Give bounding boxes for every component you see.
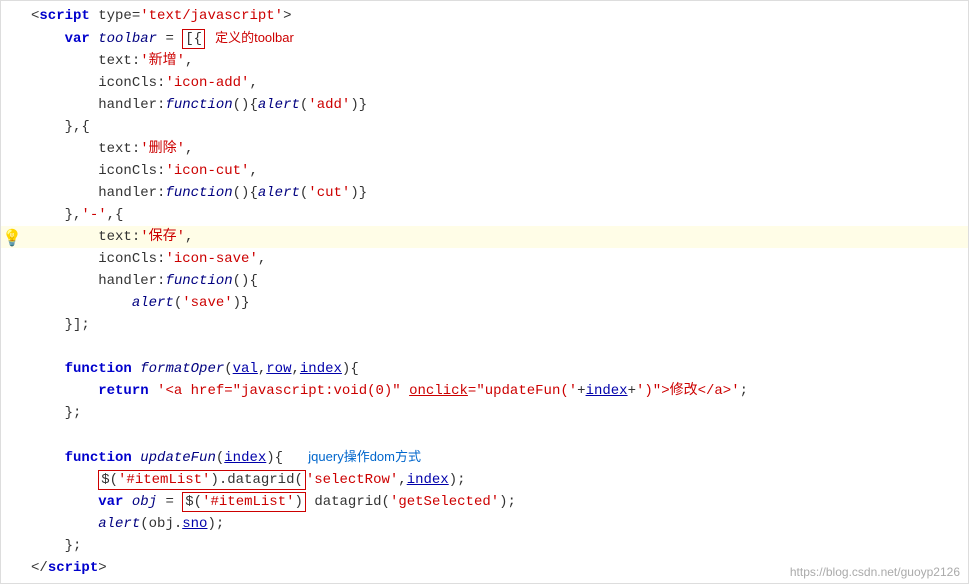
code-line-15: }]; (1, 314, 968, 336)
code-line-9: handler:function(){alert('cut')} (1, 182, 968, 204)
gutter-1 (1, 5, 23, 7)
code-line-19: }; (1, 402, 968, 424)
code-line-2: var toolbar = [{定义的toolbar (1, 27, 968, 50)
line-content-8: iconCls:'icon-cut', (23, 160, 968, 182)
line-content-2: var toolbar = [{定义的toolbar (23, 27, 968, 50)
code-line-18: return '<a href="javascript:void(0)" onc… (1, 380, 968, 402)
code-line-21: function updateFun(index){ jquery操作dom方式 (1, 446, 968, 469)
code-line-4: iconCls:'icon-add', (1, 72, 968, 94)
line-content-7: text:'删除', (23, 138, 968, 160)
line-content-1: <script type='text/javascript'> (23, 5, 968, 27)
code-line-17: function formatOper(val,row,index){ (1, 358, 968, 380)
code-line-11: 💡 text:'保存', (1, 226, 968, 248)
gutter-7 (1, 138, 23, 140)
gutter-9 (1, 182, 23, 184)
code-line-3: text:'新增', (1, 50, 968, 72)
watermark: https://blog.csdn.net/guoyp2126 (790, 565, 960, 579)
gutter-18 (1, 380, 23, 382)
gutter-14 (1, 292, 23, 294)
code-line-1: <script type='text/javascript'> (1, 5, 968, 27)
line-content-9: handler:function(){alert('cut')} (23, 182, 968, 204)
gutter-3 (1, 50, 23, 52)
line-content-23: var obj = $('#itemList') datagrid('getSe… (23, 491, 968, 513)
code-line-25: }; (1, 535, 968, 557)
code-editor: <script type='text/javascript'> var tool… (0, 0, 969, 584)
code-line-23: var obj = $('#itemList') datagrid('getSe… (1, 491, 968, 513)
line-content-11: text:'保存', (23, 226, 968, 248)
line-content-15: }]; (23, 314, 968, 336)
code-line-20 (1, 424, 968, 446)
code-line-8: iconCls:'icon-cut', (1, 160, 968, 182)
line-content-24: alert(obj.sno); (23, 513, 968, 535)
gutter-6 (1, 116, 23, 118)
gutter-17 (1, 358, 23, 360)
code-line-5: handler:function(){alert('add')} (1, 94, 968, 116)
gutter-25 (1, 535, 23, 537)
bulb-icon: 💡 (2, 230, 22, 248)
line-content-4: iconCls:'icon-add', (23, 72, 968, 94)
gutter-23 (1, 491, 23, 493)
gutter-5 (1, 94, 23, 96)
code-line-12: iconCls:'icon-save', (1, 248, 968, 270)
code-line-14: alert('save')} (1, 292, 968, 314)
line-content-3: text:'新增', (23, 50, 968, 72)
line-content-14: alert('save')} (23, 292, 968, 314)
code-line-10: },'-',{ (1, 204, 968, 226)
line-content-19: }; (23, 402, 968, 424)
line-content-13: handler:function(){ (23, 270, 968, 292)
code-line-16 (1, 336, 968, 358)
line-content-12: iconCls:'icon-save', (23, 248, 968, 270)
code-line-6: },{ (1, 116, 968, 138)
gutter-24 (1, 513, 23, 515)
gutter-20 (1, 424, 23, 426)
line-content-6: },{ (23, 116, 968, 138)
gutter-16 (1, 336, 23, 338)
line-content-25: }; (23, 535, 968, 557)
line-content-16 (23, 336, 968, 358)
gutter-11: 💡 (1, 226, 23, 248)
line-content-10: },'-',{ (23, 204, 968, 226)
gutter-4 (1, 72, 23, 74)
gutter-19 (1, 402, 23, 404)
code-line-7: text:'删除', (1, 138, 968, 160)
line-content-21: function updateFun(index){ jquery操作dom方式 (23, 446, 968, 469)
gutter-21 (1, 446, 23, 448)
line-content-22: $('#itemList').datagrid('selectRow',inde… (23, 469, 968, 491)
line-content-5: handler:function(){alert('add')} (23, 94, 968, 116)
line-content-20 (23, 424, 968, 446)
gutter-26 (1, 557, 23, 559)
line-content-18: return '<a href="javascript:void(0)" onc… (23, 380, 968, 402)
gutter-2 (1, 27, 23, 29)
gutter-22 (1, 469, 23, 471)
line-content-17: function formatOper(val,row,index){ (23, 358, 968, 380)
gutter-8 (1, 160, 23, 162)
gutter-10 (1, 204, 23, 206)
code-line-24: alert(obj.sno); (1, 513, 968, 535)
gutter-15 (1, 314, 23, 316)
gutter-12 (1, 248, 23, 250)
gutter-13 (1, 270, 23, 272)
code-line-22: $('#itemList').datagrid('selectRow',inde… (1, 469, 968, 491)
code-line-13: handler:function(){ (1, 270, 968, 292)
